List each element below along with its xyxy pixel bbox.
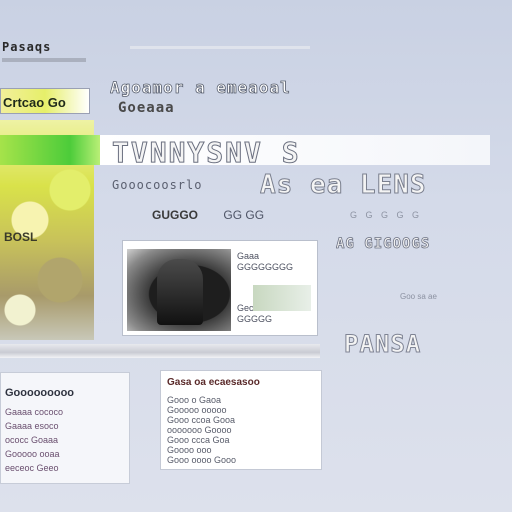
list-item[interactable]: eeceoc Geeo [5,463,125,473]
top-nav [100,40,420,60]
article-line: GGGGG [237,314,273,324]
table-row: Gooo ccca Goa [167,435,230,445]
article-line: Gaaa [237,251,260,261]
table-header: Gasa oa ecaesasoo [167,377,260,388]
table-row: Goooo ooo [167,445,212,455]
list-item[interactable]: Gaaaa cococo [5,407,125,417]
sidebar-badge[interactable]: Crtcao Go [0,88,90,114]
article-line: GGGGGGGG [237,262,294,272]
article-photo[interactable] [127,249,231,331]
article-thumbnail[interactable] [253,285,311,311]
article-card[interactable]: Gaaa GGGGGGGG Geco GGGGG [122,240,318,336]
table-row: Gooo oooo Gooo [167,455,237,465]
section-divider [0,344,320,358]
list-title: Gooooooooo [5,387,75,399]
right-small-text: Goo sa ae [400,292,437,301]
sidebar-caption: BOSL [4,230,38,244]
list-item[interactable]: ococc Goaaa [5,435,125,445]
tagline-big: As ea LENS [260,170,427,200]
right-title[interactable]: AG GIGOOGS [336,236,430,252]
sidebar: Pasaqs Crtcao Go BOSL [0,36,96,340]
banner-title[interactable]: TVNNYSNV S [112,136,301,169]
link-list: Gooooooooo Gaaaa cococo Gaaaa esoco ococ… [0,372,130,484]
meta-primary[interactable]: GUGGO [152,208,198,222]
list-item[interactable]: Gooooo ooaa [5,449,125,459]
meta-faint: G G G G G [350,210,423,220]
sidebar-badge-label: Crtcao Go [3,95,66,110]
page-subhead: Goeaaa [118,100,175,116]
meta-secondary[interactable]: GG GG [223,208,264,222]
logo-underline [2,58,86,62]
table-row: Gooo ccoa Gooa [167,415,236,425]
right-big-title[interactable]: PANSA [344,330,421,358]
table-row: ooooooo Goooo [167,425,232,435]
table-row: Gooo o Gaoa [167,395,222,405]
meta-row: GUGGO GG GG [152,208,264,222]
list-item[interactable]: Gaaaa esoco [5,421,125,431]
site-logo[interactable]: Pasaqs [2,40,88,54]
banner-accent [0,135,100,165]
tagline: Gooocoosrlo [112,178,203,192]
info-table: Gasa oa ecaesasoo Gooo o Gaoa Gooooo ooo… [160,370,322,470]
nav-faint-rule [130,46,310,49]
page-headline[interactable]: Agoamor a emeaoal [110,78,291,97]
table-row: Gooooo ooooo [167,405,227,415]
